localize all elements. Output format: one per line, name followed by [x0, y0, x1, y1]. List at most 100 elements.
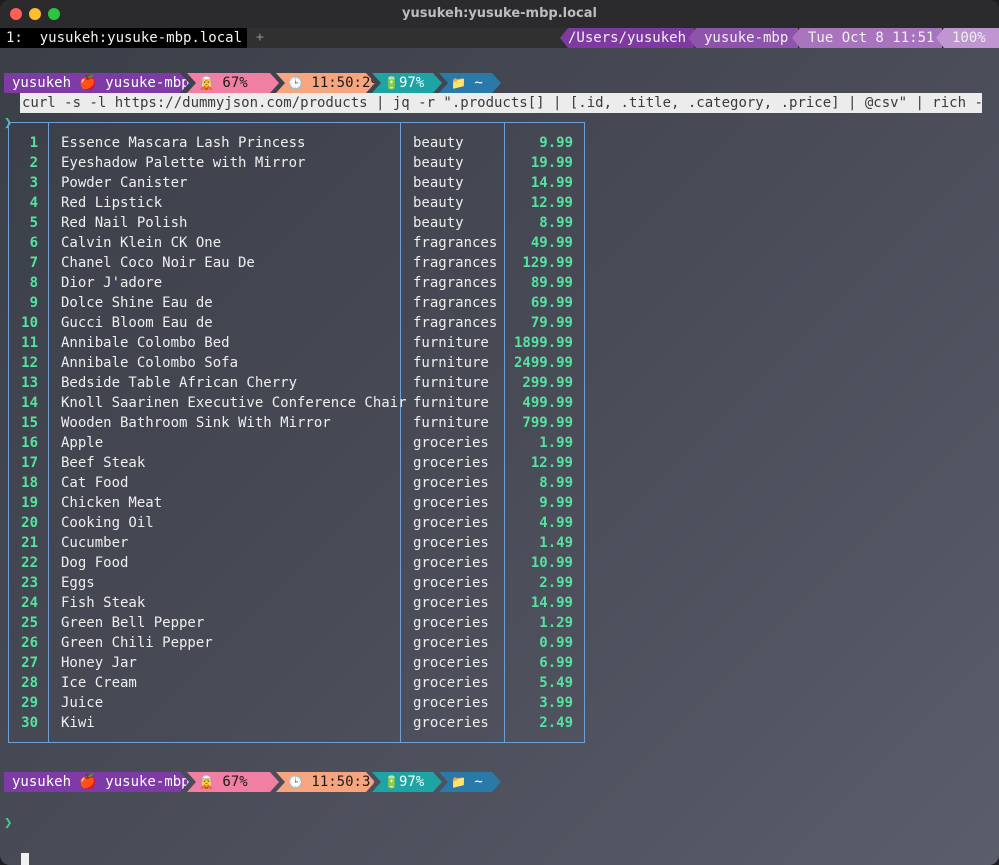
tmux-percent: 100%: [936, 28, 999, 48]
table-row: 21 Cucumber groceries 1.49: [9, 533, 584, 553]
prompt-dir: ~: [474, 75, 483, 91]
row-price: 0.99: [539, 635, 573, 651]
command-text[interactable]: curl -s -l https://dummyjson.com/product…: [20, 93, 982, 113]
table-row: 10 Gucci Bloom Eau de fragrances 79.99: [9, 313, 584, 333]
row-price: 2.99: [539, 575, 573, 591]
row-title: Annibale Colombo Sofa: [61, 355, 239, 371]
prompt-battery2: 97%: [398, 774, 425, 790]
prompt-battery2: 97%: [398, 75, 425, 91]
clock-icon: 🕒: [288, 775, 303, 789]
row-category: fragrances: [413, 315, 498, 331]
prompt-battery2-segment: 🔋97%: [372, 73, 442, 93]
row-price: 2499.99: [513, 355, 573, 371]
row-id: 21: [21, 535, 38, 551]
row-category: groceries: [413, 595, 489, 611]
row-title: Honey Jar: [61, 655, 137, 671]
row-price: 79.99: [530, 315, 573, 331]
row-category: fragrances: [413, 255, 498, 271]
row-price: 9.99: [539, 135, 573, 151]
table-row: 22 Dog Food groceries 10.99: [9, 553, 584, 573]
table-row: 14 Knoll Saarinen Executive Conference Ch…: [9, 393, 584, 413]
command-line[interactable]: ❯ curl -s -l https://dummyjson.com/produ…: [0, 93, 999, 131]
table-row: 19 Chicken Meat groceries 9.99: [9, 493, 584, 513]
row-category: groceries: [413, 495, 489, 511]
row-price: 12.99: [530, 195, 573, 211]
row-category: beauty: [413, 175, 464, 191]
row-id: 11: [21, 335, 38, 351]
row-category: groceries: [413, 655, 489, 671]
table-row: 30 Kiwi groceries 2.49: [9, 713, 584, 733]
row-id: 4: [29, 195, 38, 211]
prompt-caret: ❯: [4, 815, 13, 831]
row-title: Dolce Shine Eau de: [61, 295, 213, 311]
tmux-datetime: Tue Oct 8 11:51: [792, 28, 942, 48]
prompt-user-host: yusukeh 🍎 yusuke-mbp: [4, 772, 189, 792]
row-id: 24: [21, 595, 38, 611]
row-id: 20: [21, 515, 38, 531]
table-row: 20 Cooking Oil groceries 4.99: [9, 513, 584, 533]
new-window-button[interactable]: +: [256, 28, 264, 48]
tmux-window-tab[interactable]: 1: yusukeh:yusuke-mbp.local: [0, 28, 247, 48]
tmux-host: yusuke-mbp: [688, 28, 798, 48]
row-category: groceries: [413, 515, 489, 531]
table-row: 2 Eyeshadow Palette with Mirror beauty 19.9…: [9, 153, 584, 173]
row-price: 14.99: [530, 175, 573, 191]
row-price: 49.99: [530, 235, 573, 251]
prompt-battery: 67%: [222, 774, 248, 790]
row-id: 14: [21, 395, 38, 411]
row-category: groceries: [413, 535, 489, 551]
row-price: 2.49: [539, 715, 573, 731]
row-id: 5: [29, 215, 38, 231]
row-category: beauty: [413, 135, 464, 151]
command-line-2[interactable]: ❯: [0, 793, 999, 865]
prompt-battery-segment: 🧝 67%: [187, 73, 279, 93]
row-category: groceries: [413, 555, 489, 571]
clock-icon: 🕒: [288, 76, 303, 90]
row-title: Juice: [61, 695, 104, 711]
row-id: 9: [29, 295, 38, 311]
battery-icon: 🔋: [384, 76, 399, 90]
row-title: Essence Mascara Lash Princess: [61, 135, 306, 151]
row-title: Red Nail Polish: [61, 215, 188, 231]
table-row: 26 Green Chili Pepper groceries 0.99: [9, 633, 584, 653]
row-category: furniture: [413, 375, 489, 391]
table-row: 11 Annibale Colombo Bed furniture 1899.99: [9, 333, 584, 353]
table-row: 6 Calvin Klein CK One fragrances 49.99: [9, 233, 584, 253]
table-row: 5 Red Nail Polish beauty 8.99: [9, 213, 584, 233]
row-category: groceries: [413, 695, 489, 711]
row-title: Eyeshadow Palette with Mirror: [61, 155, 306, 171]
row-title: Calvin Klein CK One: [61, 235, 222, 251]
table-row: 24 Fish Steak groceries 14.99: [9, 593, 584, 613]
row-title: Annibale Colombo Bed: [61, 335, 230, 351]
table-row: 18 Cat Food groceries 8.99: [9, 473, 584, 493]
terminal-cursor: [21, 853, 29, 865]
row-title: Dog Food: [61, 555, 129, 571]
row-id: 16: [21, 435, 38, 451]
row-price: 5.49: [539, 675, 573, 691]
table-row: 9 Dolce Shine Eau de fragrances 69.99: [9, 293, 584, 313]
row-category: groceries: [413, 475, 489, 491]
row-title: Kiwi: [61, 715, 95, 731]
row-price: 10.99: [530, 555, 573, 571]
row-id: 18: [21, 475, 38, 491]
row-id: 2: [29, 155, 38, 171]
window-title: yusukeh:yusuke-mbp.local: [402, 6, 597, 21]
row-id: 10: [21, 315, 38, 331]
table-row: 13 Bedside Table African Cherry furniture 2…: [9, 373, 584, 393]
prompt-dir: ~: [474, 774, 483, 790]
table-row: 23 Eggs groceries 2.99: [9, 573, 584, 593]
table-row: 27 Honey Jar groceries 6.99: [9, 653, 584, 673]
row-price: 8.99: [539, 215, 573, 231]
row-price: 129.99: [522, 255, 573, 271]
row-price: 12.99: [530, 455, 573, 471]
table-row: 12 Annibale Colombo Sofa furniture 2499.99: [9, 353, 584, 373]
row-price: 14.99: [530, 595, 573, 611]
row-title: Apple: [61, 435, 104, 451]
folder-icon: 📁: [451, 76, 466, 90]
row-category: beauty: [413, 195, 464, 211]
row-id: 28: [21, 675, 38, 691]
row-title: Powder Canister: [61, 175, 188, 191]
title-bar: yusukeh:yusuke-mbp.local: [0, 0, 999, 28]
row-id: 22: [21, 555, 38, 571]
table-row: 3 Powder Canister beauty 14.99: [9, 173, 584, 193]
